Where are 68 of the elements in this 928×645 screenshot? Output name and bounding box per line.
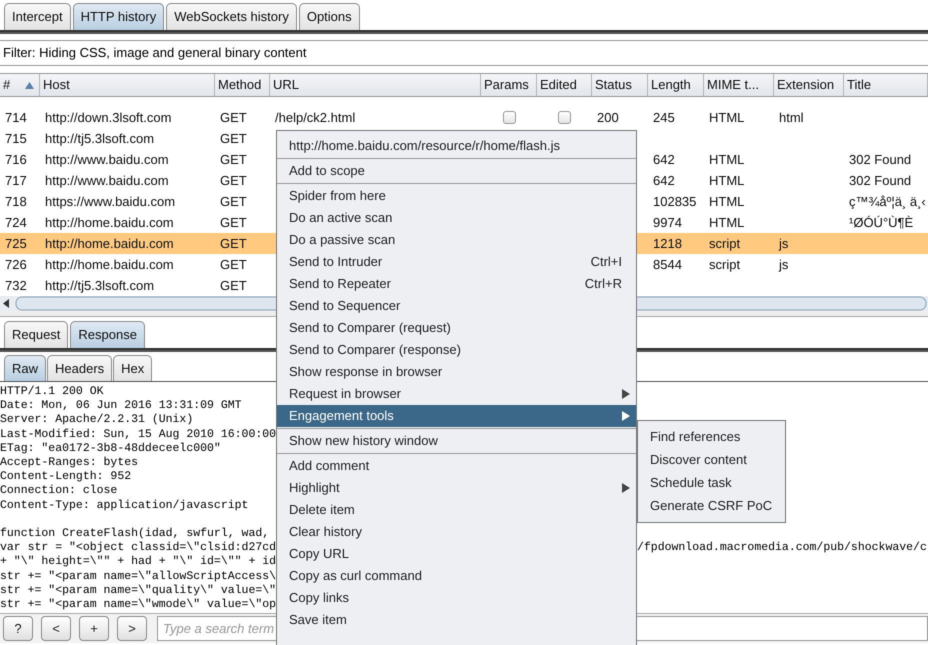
code-line: str += "<param name=\"allowScriptAccess\ [0, 570, 276, 583]
table-cell: 714 [5, 110, 27, 125]
table-cell: 642 [653, 172, 675, 188]
table-cell: GET [220, 236, 247, 251]
table-cell: http://home.baidu.com [45, 236, 174, 251]
code-line: Date: Mon, 06 Jun 2016 13:31:09 GMT [0, 399, 242, 414]
table-cell: 717 [5, 172, 27, 188]
code-line: Last-Modified: Sun, 15 Aug 2010 16:00:00 [0, 428, 276, 442]
table-cell: 716 [5, 152, 27, 167]
code-line: str += "<param name=\"wmode\" value=\"op [0, 598, 276, 612]
table-cell: /help/ck2.html [275, 110, 356, 125]
table-cell: GET [220, 130, 247, 146]
table-cell: script [709, 256, 740, 272]
table-cell: 102835 [653, 194, 696, 209]
table-cell: HTML [709, 152, 744, 167]
table-cell: html [779, 110, 804, 125]
table-cell: http://www.baidu.com [45, 172, 169, 188]
table-cell: GET [220, 110, 247, 125]
table-cell: ¹ØÓÚ°Ù¶È [849, 214, 914, 230]
table-cell: HTML [709, 194, 744, 209]
table-cell: HTML [709, 110, 744, 125]
table-cell: js [779, 236, 788, 251]
table-cell: js [779, 256, 788, 272]
table-cell: 302 Found [849, 152, 912, 167]
table-cell: http://home.baidu.com [45, 256, 174, 272]
table-cell: GET [220, 194, 247, 209]
table-cell: 724 [5, 214, 27, 230]
code-line: Content-Type: application/javascript [0, 498, 248, 513]
table-cell: 9974 [653, 214, 682, 230]
table-cell: GET [220, 214, 247, 230]
shortcut-label: Ctrl+R [584, 275, 622, 294]
table-cell: GET [220, 172, 247, 188]
table-cell: http://down.3lsoft.com [45, 110, 172, 125]
code-line: HTTP/1.1 200 OK [0, 385, 104, 400]
table-cell: http://www.baidu.com [45, 152, 169, 167]
table-cell: http://tj5.3lsoft.com [45, 278, 154, 293]
table-cell: 200 [597, 110, 619, 125]
table-cell: 725 [5, 236, 27, 251]
table-cell: 245 [653, 110, 675, 125]
table-cell: 726 [5, 256, 27, 272]
code-line: ETag: "ea0172-3b8-48ddeceelc000" [0, 442, 221, 456]
table-cell: 642 [653, 152, 675, 167]
code-line: Connection: close [0, 484, 118, 499]
table-cell: 715 [5, 130, 27, 146]
table-cell: GET [220, 256, 247, 272]
table-cell: 302 Found [849, 172, 912, 188]
shortcut-label: Ctrl+I [590, 253, 622, 272]
code-line: Accept-Ranges: bytes [0, 456, 138, 470]
table-cell: 718 [5, 194, 27, 209]
table-cell: GET [220, 278, 247, 293]
table-cell: GET [220, 152, 247, 167]
table-cell: HTML [709, 172, 744, 188]
table-cell: https://www.baidu.com [45, 194, 176, 209]
table-cell: HTML [709, 214, 744, 230]
code-line: str += "<param name=\"quality\" value=\" [0, 584, 276, 597]
table-cell: ç™¾åº¦ä¸ ä¸‹ [849, 194, 926, 209]
code-line: function CreateFlash(idad, swfurl, wad, [0, 527, 270, 540]
code-line: + "\" height=\"" + had + "\" id=\"" + id [0, 555, 276, 568]
table-cell: http://tj5.3lsoft.com [45, 130, 154, 146]
code-line: Server: Apache/2.2.31 (Unix) [0, 413, 194, 428]
table-cell: 8544 [653, 256, 682, 272]
table-cell: 1218 [653, 236, 682, 251]
table-cell: 732 [5, 278, 27, 293]
code-line: Content-Length: 952 [0, 470, 132, 484]
table-cell: script [709, 236, 740, 251]
code-line: var str = "<object classid=\"clsid:d27cd [0, 541, 276, 554]
table-cell: http://home.baidu.com [45, 214, 174, 230]
code-line: /fpdownload.macromedia.com/pub/shockwave/c [637, 541, 927, 556]
